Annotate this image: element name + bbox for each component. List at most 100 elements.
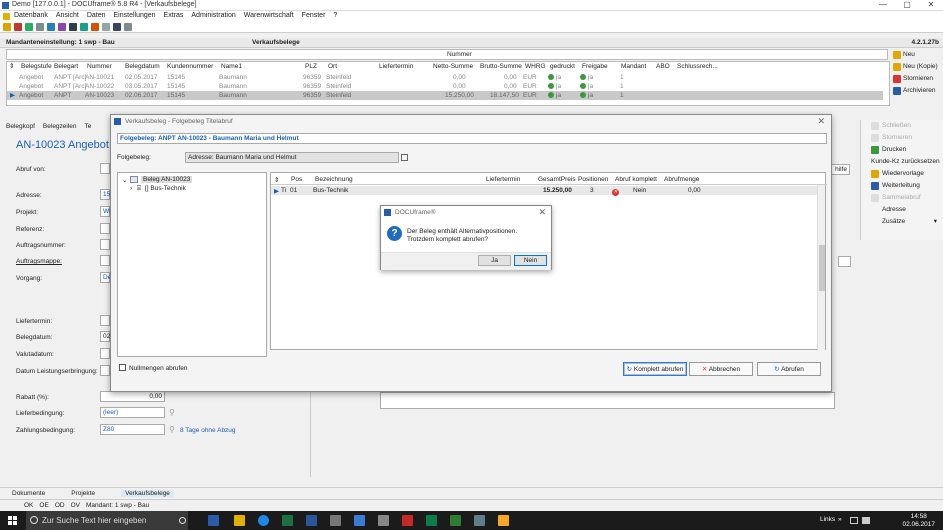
liefertermin-field[interactable] bbox=[100, 315, 110, 326]
tree-expand-icon[interactable]: ⌄ bbox=[122, 176, 127, 184]
volume-icon[interactable] bbox=[862, 517, 870, 524]
col-kundennummer[interactable]: Kundennummer bbox=[167, 62, 213, 71]
adresse-button[interactable]: Adresse bbox=[861, 204, 943, 216]
checkbox-box[interactable] bbox=[119, 364, 126, 371]
tasks-icon[interactable] bbox=[80, 22, 88, 31]
weiterleitung-button[interactable]: Weiterleitung bbox=[861, 180, 943, 192]
search-icon[interactable]: ⚲ bbox=[169, 425, 175, 434]
auftragsmappe-field[interactable] bbox=[100, 255, 110, 266]
col-whrg[interactable]: WHRG bbox=[525, 62, 546, 71]
col-netto[interactable]: Netto-Summe bbox=[433, 62, 473, 71]
tab-te[interactable]: Te bbox=[85, 123, 92, 130]
beleg-tree[interactable]: ⌄ Beleg AN-10023 › ⌸ [] Bus-Technik bbox=[117, 172, 267, 357]
tree-expand-icon[interactable]: › bbox=[130, 185, 132, 192]
tab-belegkopf[interactable]: Belegkopf bbox=[6, 123, 35, 130]
settings-icon[interactable] bbox=[102, 22, 110, 31]
vertical-scrollbar[interactable] bbox=[817, 185, 825, 351]
auftragsnummer-field[interactable] bbox=[100, 239, 110, 250]
belegdatum-field[interactable]: 02. bbox=[100, 331, 112, 342]
calculator-icon[interactable] bbox=[124, 22, 132, 31]
mail-icon[interactable] bbox=[47, 22, 55, 31]
minimize-button[interactable]: — bbox=[871, 0, 895, 11]
tab-projekte[interactable]: Projekte bbox=[71, 490, 95, 497]
search-field[interactable]: Nummer bbox=[6, 49, 888, 60]
col-brutto[interactable]: Brutto-Summe bbox=[480, 62, 522, 71]
cell-abrufmenge[interactable]: 0,00 bbox=[688, 187, 701, 194]
col-positionen[interactable]: Positionen bbox=[578, 176, 608, 183]
beleg-grid[interactable]: ⇕ Belegstufe Belegart Nummer Belegdatum … bbox=[6, 61, 890, 106]
table-row-selected[interactable]: ▶ Angebot ANPT AN-10023 02.06.2017 15145… bbox=[7, 91, 883, 100]
rabatt-field[interactable]: 0,00 bbox=[100, 391, 165, 402]
menu-administration[interactable]: Administration bbox=[191, 11, 235, 21]
cancel-doc-button[interactable]: Stornieren bbox=[890, 73, 943, 85]
docuframe-task-icon[interactable] bbox=[208, 515, 219, 526]
projekt-field[interactable]: WL bbox=[100, 206, 113, 217]
table-row[interactable]: Angebot ANPT [Arc] AN-10021 02.05.2017 1… bbox=[7, 73, 883, 82]
zahlungsbedingung-field[interactable]: Z80 bbox=[100, 424, 165, 435]
wiedervorlage-button[interactable]: Wiedervorlage bbox=[861, 168, 943, 180]
app-icon[interactable] bbox=[450, 515, 461, 526]
referenz-field[interactable] bbox=[100, 223, 110, 234]
folgebeleg-field[interactable]: Adresse: Baumann Maria und Helmut bbox=[185, 152, 399, 163]
col-gesamtpreis[interactable]: GesamtPreis bbox=[538, 176, 576, 183]
msgbox-close-button[interactable]: ✕ bbox=[538, 207, 546, 218]
abruf-field[interactable] bbox=[100, 163, 110, 174]
leistungsdatum-field[interactable] bbox=[100, 365, 110, 376]
contacts-icon[interactable] bbox=[69, 22, 77, 31]
word-icon[interactable] bbox=[306, 515, 317, 526]
col-bezeichnung[interactable]: Bezeichnung bbox=[315, 176, 353, 183]
menu-help[interactable]: ? bbox=[333, 11, 337, 21]
nullmengen-checkbox[interactable]: Nullmengen abrufen bbox=[119, 364, 188, 372]
col-plz[interactable]: PLZ bbox=[305, 62, 317, 71]
abbrechen-button[interactable]: ✕ Abbrechen bbox=[689, 362, 753, 376]
windows-start-icon[interactable] bbox=[8, 516, 17, 525]
zusaetze-button[interactable]: Zusätze ▾ bbox=[861, 216, 943, 228]
app-icon[interactable] bbox=[378, 515, 389, 526]
col-abo[interactable]: ABO bbox=[656, 62, 670, 71]
new-button[interactable]: Neu bbox=[890, 49, 943, 61]
tab-dokumente[interactable]: Dokumente bbox=[12, 490, 45, 497]
menu-datenbank[interactable]: Datenbank bbox=[14, 11, 48, 21]
col-name1[interactable]: Name1 bbox=[221, 62, 242, 71]
search-icon[interactable]: ⚲ bbox=[169, 408, 175, 417]
app-icon[interactable] bbox=[498, 515, 509, 526]
menu-warenwirtschaft[interactable]: Warenwirtschaft bbox=[244, 11, 294, 21]
col-liefertermin[interactable]: Liefertermin bbox=[379, 62, 413, 71]
storno-button[interactable]: Stornieren bbox=[861, 132, 943, 144]
col-nummer[interactable]: Nummer bbox=[87, 62, 112, 71]
col-liefertermin[interactable]: Liefertermin bbox=[486, 176, 520, 183]
tab-belegzeilen[interactable]: Belegzeilen bbox=[43, 123, 77, 130]
maximize-button[interactable]: ▢ bbox=[895, 0, 919, 11]
col-schlussrech[interactable]: Schlussrech... bbox=[677, 62, 718, 71]
adresse-field[interactable]: 151 bbox=[100, 189, 114, 200]
close-window-button[interactable]: ✕ bbox=[919, 0, 943, 11]
settings-icon[interactable] bbox=[330, 515, 341, 526]
col-freigabe[interactable]: Freigabe bbox=[582, 62, 608, 71]
address-card-icon[interactable] bbox=[401, 154, 408, 161]
acrobat-icon[interactable] bbox=[402, 515, 413, 526]
col-abruf-komplett[interactable]: Abruf komplett bbox=[615, 176, 657, 183]
print-button[interactable]: Drucken bbox=[861, 144, 943, 156]
col-mandant[interactable]: Mandant bbox=[621, 62, 646, 71]
help-icon[interactable] bbox=[113, 22, 121, 31]
app-icon[interactable] bbox=[474, 515, 485, 526]
explorer-icon[interactable] bbox=[234, 515, 245, 526]
open-icon[interactable] bbox=[14, 22, 22, 31]
tree-root-node[interactable]: Beleg AN-10023 bbox=[141, 176, 193, 183]
network-icon[interactable] bbox=[850, 517, 858, 524]
no-button[interactable]: Nein bbox=[514, 255, 547, 266]
tab-verkaufsbelege[interactable]: Verkaufsbelege bbox=[121, 489, 174, 497]
print-icon[interactable] bbox=[36, 22, 44, 31]
new-copy-button[interactable]: Neu (Kopie) bbox=[890, 61, 943, 73]
table-row[interactable]: ▶ Ti 01 Bus-Technik 15.250,00 3 ✕ Nein 0… bbox=[271, 186, 819, 196]
menu-ansicht[interactable]: Ansicht bbox=[56, 11, 79, 21]
app-icon[interactable] bbox=[354, 515, 365, 526]
col-belegdatum[interactable]: Belegdatum bbox=[125, 62, 160, 71]
side-field[interactable] bbox=[838, 256, 851, 267]
col-abrufmenge[interactable]: Abrufmenge bbox=[664, 176, 699, 183]
calendar-icon[interactable] bbox=[58, 22, 66, 31]
close-doc-button[interactable]: Schließen bbox=[861, 120, 943, 132]
notes-icon[interactable] bbox=[91, 22, 99, 31]
menu-fenster[interactable]: Fenster bbox=[302, 11, 326, 21]
chevron-right-icon[interactable]: » bbox=[838, 516, 842, 523]
